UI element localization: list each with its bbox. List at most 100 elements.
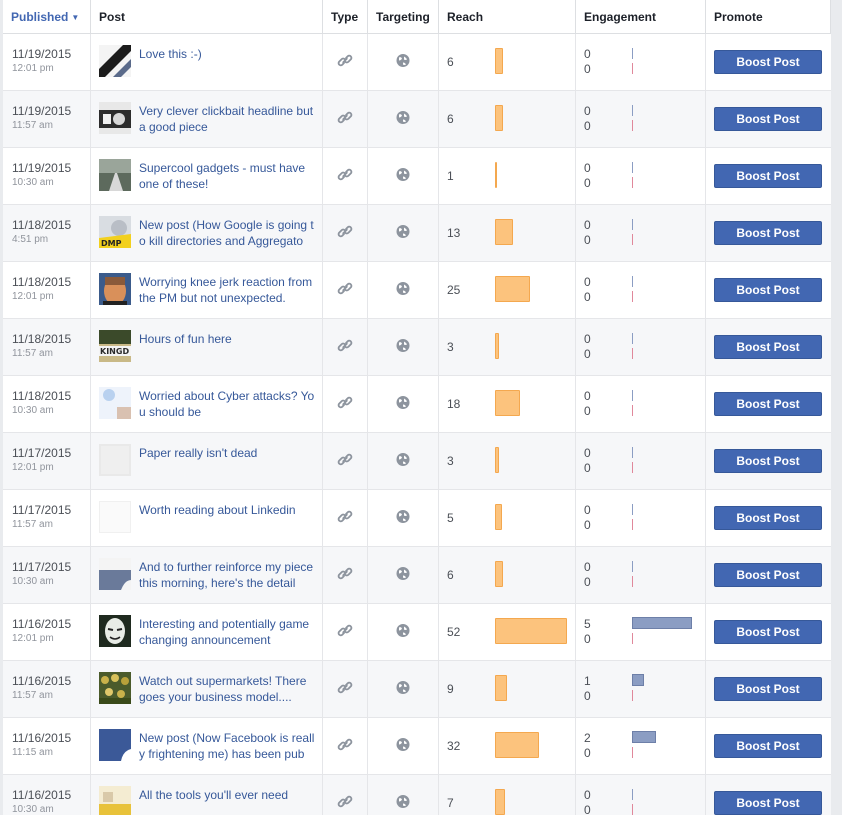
reach-cell: 7 — [439, 775, 576, 815]
post-thumbnail[interactable] — [99, 102, 131, 134]
post-link[interactable]: Hours of fun here — [139, 331, 315, 347]
published-time: 10:30 am — [12, 804, 54, 815]
post-thumbnail[interactable] — [99, 159, 131, 191]
type-cell — [323, 775, 368, 815]
post-link[interactable]: Watch out supermarkets! There goes your … — [139, 673, 315, 705]
type-cell — [323, 91, 368, 147]
targeting-cell — [368, 34, 439, 90]
post-thumbnail[interactable] — [99, 273, 131, 305]
table-row: 11/16/2015 10:30 am All the tools you'll… — [3, 775, 831, 815]
post-thumbnail[interactable]: KINGD — [99, 330, 131, 362]
post-link[interactable]: Paper really isn't dead — [139, 445, 315, 461]
type-cell — [323, 433, 368, 489]
boost-post-button[interactable]: Boost Post — [714, 335, 822, 359]
engagement-cell: 0 0 — [576, 262, 706, 318]
engagement-bar — [632, 674, 644, 686]
negative-feedback-value: 0 — [584, 176, 591, 190]
engagement-bar — [632, 219, 633, 230]
table-row: 11/18/2015 12:01 pm Worrying knee jerk r… — [3, 262, 831, 319]
negative-feedback-bar — [632, 348, 633, 359]
boost-post-button[interactable]: Boost Post — [714, 107, 822, 131]
boost-post-button[interactable]: Boost Post — [714, 50, 822, 74]
reach-value: 25 — [447, 283, 461, 297]
post-thumbnail[interactable]: DMP — [99, 216, 131, 248]
engagement-value: 0 — [584, 788, 591, 802]
boost-post-button[interactable]: Boost Post — [714, 449, 822, 473]
published-cell: 11/18/2015 12:01 pm — [3, 262, 91, 318]
boost-post-button[interactable]: Boost Post — [714, 392, 822, 416]
promote-cell: Boost Post — [706, 148, 831, 204]
boost-post-button[interactable]: Boost Post — [714, 506, 822, 530]
post-link[interactable]: Interesting and potentially game changin… — [139, 616, 315, 648]
post-link[interactable]: Supercool gadgets - must have one of the… — [139, 160, 315, 192]
engagement-bar — [632, 789, 633, 800]
post-thumbnail[interactable] — [99, 387, 131, 419]
post-link[interactable]: New post (Now Facebook is really frighte… — [139, 730, 315, 762]
promote-cell: Boost Post — [706, 205, 831, 261]
reach-value: 5 — [447, 511, 454, 525]
link-icon — [337, 509, 353, 528]
header-published[interactable]: Published ▼ — [3, 0, 91, 33]
boost-post-button[interactable]: Boost Post — [714, 620, 822, 644]
post-thumbnail[interactable] — [99, 444, 131, 476]
engagement-value: 0 — [584, 218, 591, 232]
reach-bar — [495, 333, 499, 359]
post-link[interactable]: Worth reading about Linkedin — [139, 502, 315, 518]
post-link[interactable]: Worried about Cyber attacks? You should … — [139, 388, 315, 420]
post-thumbnail[interactable] — [99, 672, 131, 704]
published-cell: 11/18/2015 11:57 am — [3, 319, 91, 375]
link-icon — [337, 338, 353, 357]
boost-post-button[interactable]: Boost Post — [714, 164, 822, 188]
engagement-cell: 2 0 — [576, 718, 706, 774]
post-link[interactable]: Worrying knee jerk reaction from the PM … — [139, 274, 315, 306]
boost-post-button[interactable]: Boost Post — [714, 221, 822, 245]
globe-icon — [396, 510, 410, 527]
promote-cell: Boost Post — [706, 91, 831, 147]
type-cell — [323, 319, 368, 375]
boost-post-button[interactable]: Boost Post — [714, 677, 822, 701]
negative-feedback-value: 0 — [584, 290, 591, 304]
boost-post-button[interactable]: Boost Post — [714, 734, 822, 758]
engagement-cell: 0 0 — [576, 91, 706, 147]
negative-feedback-value: 0 — [584, 575, 591, 589]
engagement-cell: 0 0 — [576, 205, 706, 261]
engagement-value: 0 — [584, 503, 591, 517]
post-thumbnail[interactable] — [99, 501, 131, 533]
post-link[interactable]: Love this :-) — [139, 46, 315, 62]
promote-cell: Boost Post — [706, 433, 831, 489]
published-time: 12:01 pm — [12, 462, 54, 473]
reach-value: 13 — [447, 226, 461, 240]
promote-cell: Boost Post — [706, 376, 831, 432]
reach-bar — [495, 276, 530, 302]
globe-icon — [396, 453, 410, 470]
reach-value: 9 — [447, 682, 454, 696]
post-link[interactable]: New post (How Google is going to kill di… — [139, 217, 315, 249]
header-published-label[interactable]: Published — [11, 10, 68, 24]
link-icon — [337, 395, 353, 414]
engagement-cell: 0 0 — [576, 319, 706, 375]
post-link[interactable]: And to further reinforce my piece this m… — [139, 559, 315, 591]
post-thumbnail[interactable] — [99, 729, 131, 761]
post-thumbnail[interactable] — [99, 45, 131, 77]
boost-post-button[interactable]: Boost Post — [714, 563, 822, 587]
sort-descending-icon[interactable]: ▼ — [71, 13, 79, 22]
promote-cell: Boost Post — [706, 490, 831, 546]
post-link[interactable]: All the tools you'll ever need — [139, 787, 315, 803]
reach-cell: 6 — [439, 91, 576, 147]
post-thumbnail[interactable] — [99, 558, 131, 590]
post-thumbnail[interactable] — [99, 615, 131, 647]
reach-bar — [495, 162, 497, 188]
boost-post-button[interactable]: Boost Post — [714, 278, 822, 302]
engagement-value: 0 — [584, 275, 591, 289]
type-cell — [323, 718, 368, 774]
header-type: Type — [323, 0, 368, 33]
engagement-cell: 0 0 — [576, 376, 706, 432]
post-thumbnail[interactable] — [99, 786, 131, 815]
published-time: 10:30 am — [12, 405, 54, 416]
post-cell: Very clever clickbait headline but a goo… — [91, 91, 323, 147]
post-link[interactable]: Very clever clickbait headline but a goo… — [139, 103, 315, 135]
published-cell: 11/18/2015 4:51 pm — [3, 205, 91, 261]
header-reach: Reach — [439, 0, 576, 33]
boost-post-button[interactable]: Boost Post — [714, 791, 822, 815]
engagement-cell: 5 0 — [576, 604, 706, 660]
